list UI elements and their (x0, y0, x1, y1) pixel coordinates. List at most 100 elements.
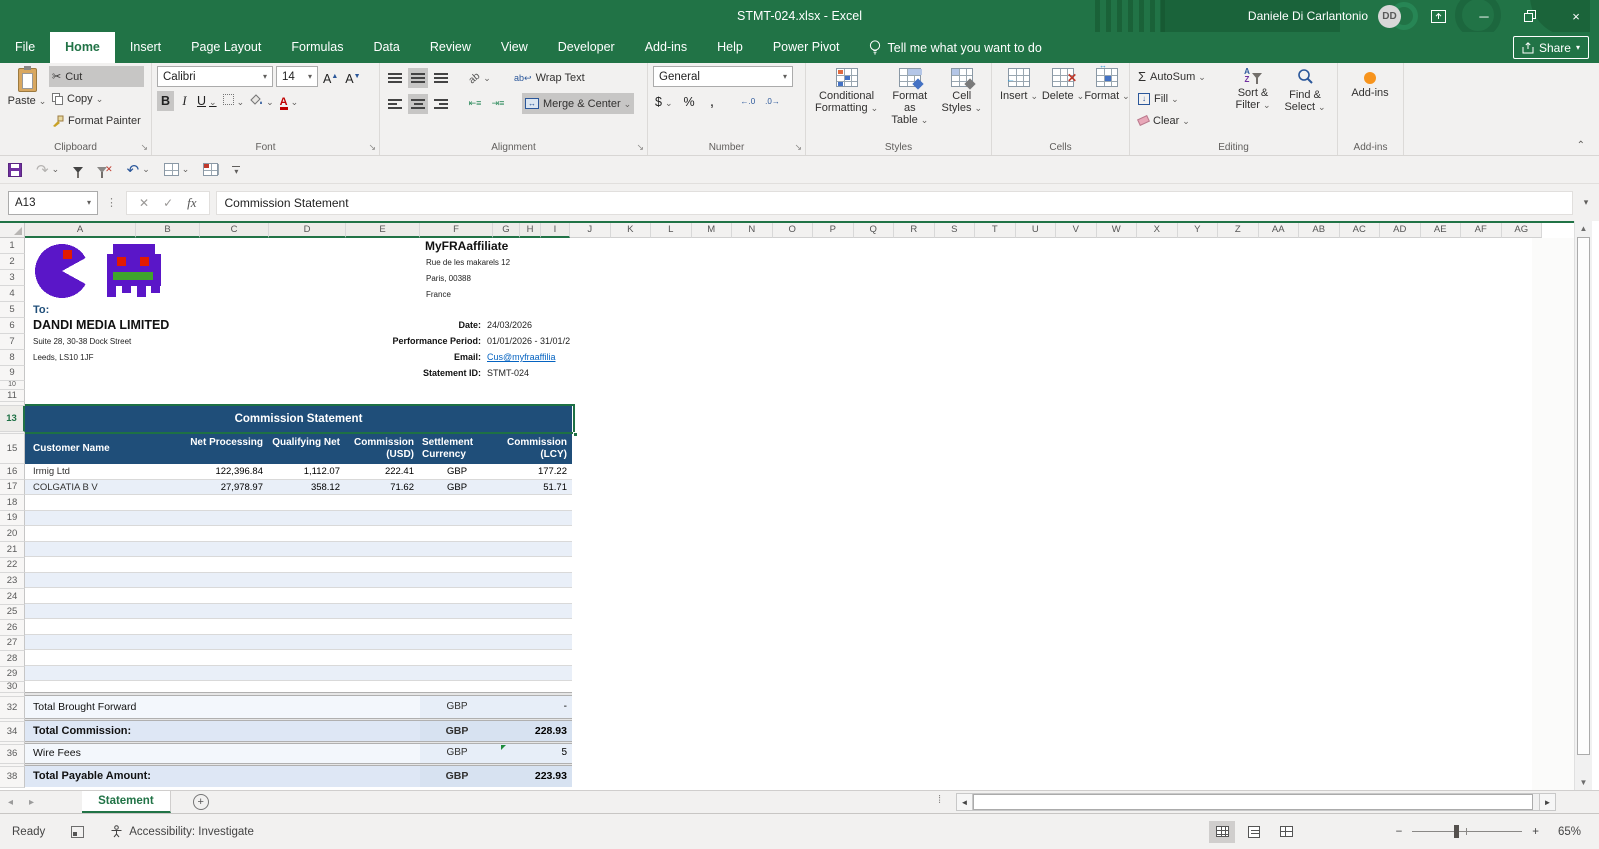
row-header-2[interactable]: 2 (0, 254, 25, 270)
addins-button[interactable]: Add-ins (1343, 66, 1397, 101)
column-header-I[interactable]: I (541, 223, 570, 238)
scroll-left-icon[interactable]: ◄ (956, 793, 973, 811)
select-all-corner[interactable] (0, 223, 25, 238)
macro-record-icon[interactable] (71, 825, 85, 838)
ribbon-tab-page-layout[interactable]: Page Layout (176, 32, 276, 63)
sort-filter-button[interactable]: AZ Sort & Filter (1227, 66, 1279, 131)
delete-cells-button[interactable]: ✕ Delete (1041, 66, 1085, 104)
save-icon[interactable] (8, 162, 22, 177)
ribbon-display-options-icon[interactable] (1415, 0, 1461, 32)
cells-grid-icon[interactable] (163, 163, 190, 176)
wire-fees-row[interactable]: Wire Fees GBP 5 (25, 744, 572, 763)
row-header-21[interactable]: 21 (0, 542, 25, 558)
horizontal-scroll-thumb[interactable] (973, 794, 1534, 810)
increase-indent-button[interactable]: ⇥≡ (488, 94, 508, 114)
autosum-button[interactable]: Σ AutoSum (1135, 66, 1227, 87)
row-header-24[interactable]: 24 (0, 589, 25, 605)
align-bottom-button[interactable] (431, 68, 451, 88)
column-header-H[interactable]: H (520, 223, 541, 238)
scrollbar-resize-handle[interactable]: ⁞ (938, 794, 941, 806)
ribbon-tab-data[interactable]: Data (358, 32, 414, 63)
paste-button[interactable]: Paste (5, 66, 49, 131)
column-header-Q[interactable]: Q (853, 223, 894, 238)
percent-style-button[interactable]: % (681, 92, 698, 112)
ribbon-tab-add-ins[interactable]: Add-ins (630, 32, 702, 63)
column-header-P[interactable]: P (813, 223, 854, 238)
ribbon-tab-view[interactable]: View (486, 32, 543, 63)
redo-icon[interactable]: ↷ (36, 161, 59, 179)
row-header-29[interactable]: 29 (0, 667, 25, 682)
row-header-27[interactable]: 27 (0, 636, 25, 651)
find-select-button[interactable]: Find & Select (1279, 66, 1331, 131)
row-header-1[interactable]: 1 (0, 238, 25, 254)
column-header-O[interactable]: O (772, 223, 813, 238)
column-header-J[interactable]: J (570, 223, 611, 238)
collapse-ribbon-button[interactable]: ⌃ (1577, 140, 1585, 151)
row-header-8[interactable]: 8 (0, 350, 25, 366)
restore-button[interactable] (1507, 0, 1553, 32)
column-header-W[interactable]: W (1096, 223, 1137, 238)
wrap-text-button[interactable]: ab↩ Wrap Text (511, 68, 588, 89)
font-color-button[interactable]: A (278, 91, 301, 111)
column-header-R[interactable]: R (894, 223, 935, 238)
ribbon-tab-power-pivot[interactable]: Power Pivot (758, 32, 855, 63)
column-header-K[interactable]: K (610, 223, 651, 238)
zoom-slider[interactable] (1412, 825, 1523, 838)
format-cells-button[interactable]: ↔ Format (1084, 61, 1129, 104)
row-header-32[interactable]: 32 (0, 697, 25, 719)
tell-me-box[interactable]: Tell me what you want to do (869, 32, 1042, 63)
column-header-B[interactable]: B (136, 223, 200, 238)
column-header-X[interactable]: X (1137, 223, 1178, 238)
row-header-22[interactable]: 22 (0, 558, 25, 573)
row-header-15[interactable]: 15 (0, 434, 25, 464)
fill-button[interactable]: ↓ Fill (1135, 88, 1227, 109)
avatar[interactable]: DD (1378, 4, 1401, 28)
cancel-entry-icon[interactable]: ✕ (139, 196, 149, 210)
row-header-11[interactable]: 11 (0, 390, 25, 402)
minimize-button[interactable]: ─ (1461, 0, 1507, 32)
borders-button[interactable] (221, 91, 247, 111)
vertical-scroll-thumb[interactable] (1577, 237, 1590, 755)
format-as-table-button[interactable]: Format as Table (882, 66, 937, 128)
bold-button[interactable]: B (157, 91, 174, 111)
column-header-C[interactable]: C (200, 223, 269, 238)
column-header-AD[interactable]: AD (1380, 223, 1421, 238)
shrink-font-button[interactable]: A▼ (343, 67, 362, 87)
row-header-6[interactable]: 6 (0, 318, 25, 334)
zoom-out-icon[interactable]: − (1396, 826, 1403, 838)
total-payable-row[interactable]: Total Payable Amount: GBP 223.93 (25, 766, 572, 787)
grow-font-button[interactable]: A▲ (321, 67, 340, 87)
column-header-Y[interactable]: Y (1177, 223, 1218, 238)
ribbon-tab-help[interactable]: Help (702, 32, 758, 63)
cell-styles-button[interactable]: Cell Styles (938, 66, 987, 128)
orientation-button[interactable]: ab (465, 68, 495, 88)
row-header-7[interactable]: 7 (0, 334, 25, 350)
ribbon-tab-review[interactable]: Review (415, 32, 486, 63)
ribbon-tab-developer[interactable]: Developer (543, 32, 630, 63)
page-break-view-button[interactable] (1273, 821, 1299, 843)
fill-color-button[interactable] (248, 91, 276, 111)
column-header-AE[interactable]: AE (1420, 223, 1461, 238)
row-header-19[interactable]: 19 (0, 511, 25, 526)
zoom-in-icon[interactable]: + (1532, 826, 1539, 838)
scroll-right-icon[interactable]: ► (1539, 793, 1556, 811)
expand-formula-bar-icon[interactable]: ▾ (1577, 191, 1595, 215)
column-header-A[interactable]: A (25, 223, 136, 238)
normal-view-button[interactable] (1209, 820, 1235, 843)
row-header-28[interactable]: 28 (0, 651, 25, 667)
name-box[interactable]: A13 ▾ (8, 190, 98, 215)
decrease-decimal-button[interactable]: .0→ (763, 92, 782, 112)
row-header-25[interactable]: 25 (0, 605, 25, 620)
clipboard-dialog-launcher[interactable]: ↘ (140, 142, 148, 153)
ribbon-tab-insert[interactable]: Insert (115, 32, 176, 63)
font-size-combo[interactable]: 14 (276, 66, 318, 87)
align-left-button[interactable] (385, 94, 405, 114)
page-layout-view-button[interactable] (1241, 821, 1267, 843)
column-header-S[interactable]: S (934, 223, 975, 238)
column-header-AF[interactable]: AF (1461, 223, 1502, 238)
undo-icon[interactable]: ↶ (127, 161, 150, 179)
column-header-AB[interactable]: AB (1299, 223, 1340, 238)
new-sheet-button[interactable]: + (192, 794, 209, 810)
insert-function-icon[interactable]: fx (187, 195, 196, 211)
ribbon-tab-home[interactable]: Home (50, 32, 115, 63)
